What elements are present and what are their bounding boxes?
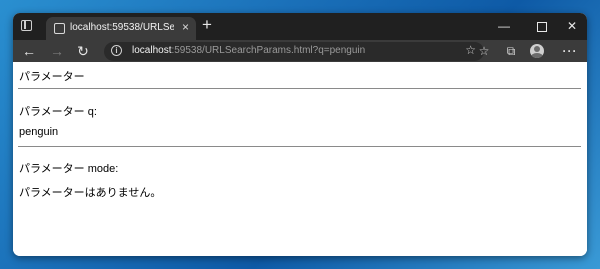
profile-icon[interactable]	[530, 44, 544, 58]
active-tab[interactable]: localhost:59538/URLSearchParams ×	[46, 17, 196, 40]
tab-close-icon[interactable]: ×	[182, 20, 189, 34]
url-path: :59538/URLSearchParams.html?q=penguin	[171, 45, 366, 56]
back-icon[interactable]: ←	[19, 42, 39, 60]
favorites-icon[interactable]: ☆	[475, 43, 493, 59]
info-icon[interactable]: i	[111, 45, 122, 56]
title-bar: localhost:59538/URLSearchParams × + — ✕	[13, 13, 587, 40]
minimize-button[interactable]: —	[489, 16, 519, 36]
new-tab-button[interactable]: +	[202, 16, 212, 34]
q-label: パラメーター q:	[19, 106, 97, 118]
close-button[interactable]: ✕	[557, 16, 587, 36]
reload-icon[interactable]: ↻	[73, 42, 93, 60]
browser-window: localhost:59538/URLSearchParams × + — ✕ …	[13, 13, 587, 256]
tab-title: localhost:59538/URLSearchParams	[70, 22, 174, 33]
divider	[18, 88, 581, 89]
url-text[interactable]: localhost:59538/URLSearchParams.html?q=p…	[132, 45, 365, 56]
q-value: penguin	[19, 126, 59, 138]
mode-value: パラメーターはありません。	[19, 187, 162, 199]
page-favicon-icon	[54, 23, 65, 34]
divider	[18, 146, 581, 147]
mode-label: パラメーター mode:	[19, 163, 119, 175]
url-host: localhost	[132, 45, 172, 56]
maximize-button[interactable]	[527, 16, 557, 36]
maximize-icon	[537, 21, 547, 32]
tab-actions-icon[interactable]	[21, 20, 32, 31]
page-content: パラメーター パラメーター q: penguin パラメーター mode: パラ…	[13, 62, 587, 256]
collections-icon[interactable]: ⧉	[502, 43, 520, 59]
toolbar: ← → ↻ i localhost:59538/URLSearchParams.…	[13, 40, 587, 62]
page-heading: パラメーター	[19, 71, 85, 83]
forward-icon[interactable]: →	[47, 42, 67, 60]
address-bar[interactable]: i localhost:59538/URLSearchParams.html?q…	[104, 42, 484, 61]
more-icon[interactable]: ···	[561, 43, 579, 59]
